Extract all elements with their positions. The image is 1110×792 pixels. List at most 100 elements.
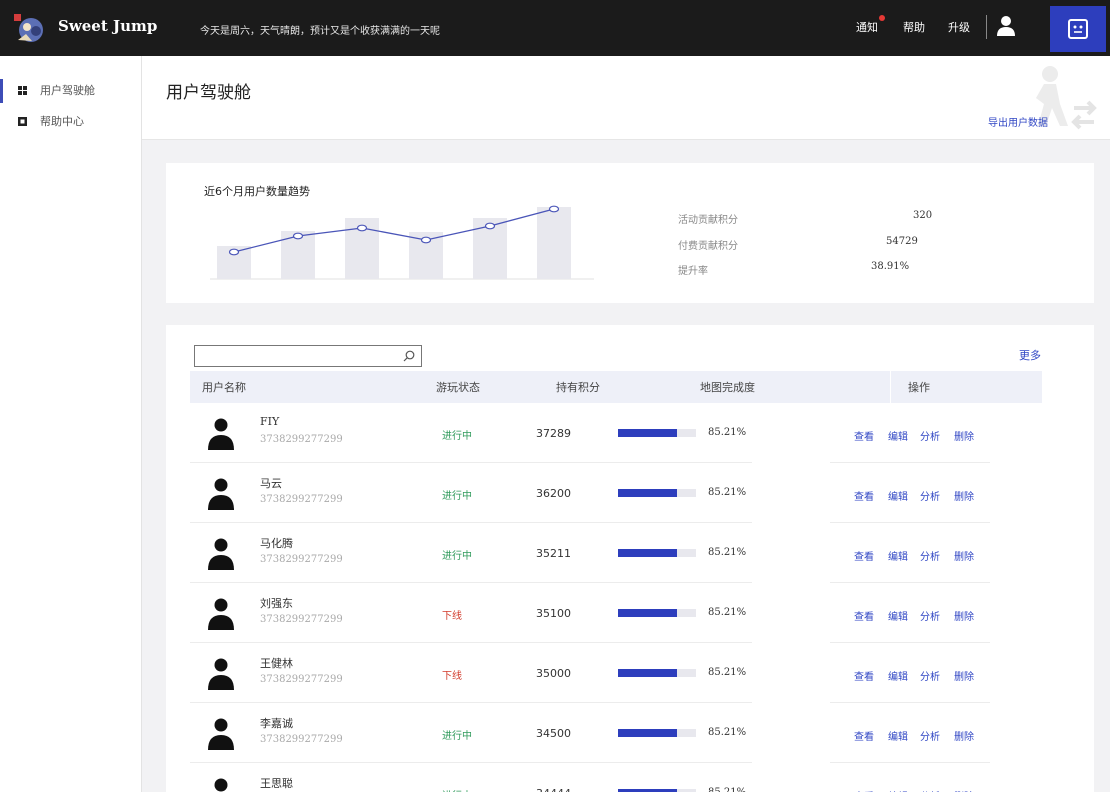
play-status: 进行中 [442,431,472,442]
user-name[interactable]: 李嘉诚 [260,715,293,731]
analyze-button[interactable]: 分析 [920,548,940,563]
table-header: 用户名称 游玩状态 持有积分 地图完成度 操作 [190,371,1042,403]
upgrade-link[interactable]: 升级 [948,19,970,35]
export-user-data-link[interactable]: 导出用户数据 [988,114,1048,129]
edit-button[interactable]: 编辑 [888,788,908,792]
sidebar-item-help-center[interactable]: 帮助中心 [0,107,142,135]
stat-label-growth: 提升率 [678,266,708,277]
sidebar: 用户驾驶舱 帮助中心 [0,56,142,792]
edit-button[interactable]: 编辑 [888,668,908,683]
user-avatar-icon [208,718,234,750]
sidebar-item-dashboard[interactable]: 用户驾驶舱 [0,76,142,104]
stat-value-payment: 54729 [886,236,918,247]
stat-value-growth: 38.91% [871,261,910,272]
delete-button[interactable]: 删除 [954,488,974,503]
column-header-map-progress: 地图完成度 [700,381,755,394]
column-header-status: 游玩状态 [436,381,480,394]
delete-button[interactable]: 删除 [954,668,974,683]
play-status: 进行中 [442,491,472,502]
trend-card: 近6个月用户数量趋势 活动贡献积分 320 付费贡献积分 54729 提升率 3… [166,163,1094,303]
delete-button[interactable]: 删除 [954,728,974,743]
view-button[interactable]: 查看 [854,608,874,623]
table-row[interactable]: 马云 3738299277299 进行中 36200 85.21% 查看 编辑 分析 删除 [190,463,990,523]
user-avatar-icon [208,538,234,570]
search-input[interactable] [199,346,399,366]
notice-badge [879,15,885,21]
table-row[interactable]: 刘强东 3738299277299 下线 35100 85.21% 查看 编辑 分析 删除 [190,583,990,643]
dashboard-grid-icon [18,86,27,95]
edit-button[interactable]: 编辑 [888,428,908,443]
search-box [194,345,422,367]
points-value: 36200 [536,487,571,500]
view-button[interactable]: 查看 [854,788,874,792]
points-value: 37289 [536,427,571,440]
column-header-actions: 操作 [908,381,930,394]
play-status: 进行中 [442,731,472,742]
map-progress-fill [618,669,677,677]
user-id: 3738299277299 [260,434,343,445]
map-progress-bar [618,729,696,737]
table-row[interactable]: 马化腾 3738299277299 进行中 35211 85.21% 查看 编辑 分析 删除 [190,523,990,583]
play-status: 下线 [442,611,462,622]
delete-button[interactable]: 删除 [954,608,974,623]
view-button[interactable]: 查看 [854,488,874,503]
delete-button[interactable]: 删除 [954,548,974,563]
analyze-button[interactable]: 分析 [920,668,940,683]
view-button[interactable]: 查看 [854,668,874,683]
user-name[interactable]: 刘强东 [260,595,293,611]
user-name[interactable]: 王思聪 [260,775,293,791]
robot-assistant-button[interactable] [1050,6,1106,52]
map-progress-percent: 85.21% [708,547,747,558]
help-center-icon [18,117,27,126]
map-progress-percent: 85.21% [708,667,747,678]
more-link[interactable]: 更多 [1019,347,1041,363]
page-header: 用户驾驶舱 导出用户数据 [142,56,1110,140]
table-row[interactable]: FIY 3738299277299 进行中 37289 85.21% 查看 编辑 分析 删除 [190,403,990,463]
app-logo-icon[interactable] [12,10,50,46]
user-id: 3738299277299 [260,734,343,745]
view-button[interactable]: 查看 [854,728,874,743]
user-account-icon[interactable] [996,14,1016,38]
page-title: 用户驾驶舱 [166,83,251,103]
user-name[interactable]: FIY [260,415,279,428]
header-divider [890,371,891,403]
user-avatar-icon [208,478,234,510]
analyze-button[interactable]: 分析 [920,788,940,792]
analyze-button[interactable]: 分析 [920,428,940,443]
user-name[interactable]: 马云 [260,475,282,491]
sidebar-item-label: 帮助中心 [40,115,84,128]
play-status: 进行中 [442,787,472,792]
trend-chart [210,205,594,280]
greeting-tagline: 今天是周六，天气晴朗，预计又是个收获满满的一天呢 [200,26,440,37]
delete-button[interactable]: 删除 [954,428,974,443]
edit-button[interactable]: 编辑 [888,548,908,563]
user-name[interactable]: 王健林 [260,655,293,671]
user-name[interactable]: 马化腾 [260,535,293,551]
map-progress-percent: 85.21% [708,427,747,438]
table-row[interactable]: 王思聪3738299277299进行中3444485.21%查看编辑分析删除 [190,763,990,792]
view-button[interactable]: 查看 [854,548,874,563]
map-progress-percent: 85.21% [708,607,747,618]
analyze-button[interactable]: 分析 [920,608,940,623]
table-row[interactable]: 李嘉诚 3738299277299 进行中 34500 85.21% 查看 编辑 分析 删除 [190,703,990,763]
analyze-button[interactable]: 分析 [920,488,940,503]
user-avatar-icon [208,598,234,630]
table-row[interactable]: 王健林 3738299277299 下线 35000 85.21% 查看 编辑 分析 删除 [190,643,990,703]
notice-link[interactable]: 通知 [856,19,878,35]
user-id: 3738299277299 [260,614,343,625]
help-link[interactable]: 帮助 [903,19,925,35]
column-header-name: 用户名称 [202,381,246,394]
app-title: Sweet Jump [58,17,158,35]
delete-button[interactable]: 删除 [954,788,974,792]
chart-point [548,205,560,213]
edit-button[interactable]: 编辑 [888,608,908,623]
edit-button[interactable]: 编辑 [888,728,908,743]
search-icon[interactable] [403,350,415,362]
points-value: 34444 [536,787,571,792]
map-progress-bar [618,429,696,437]
edit-button[interactable]: 编辑 [888,488,908,503]
map-progress-bar [618,549,696,557]
analyze-button[interactable]: 分析 [920,728,940,743]
chart-point [228,248,240,256]
view-button[interactable]: 查看 [854,428,874,443]
